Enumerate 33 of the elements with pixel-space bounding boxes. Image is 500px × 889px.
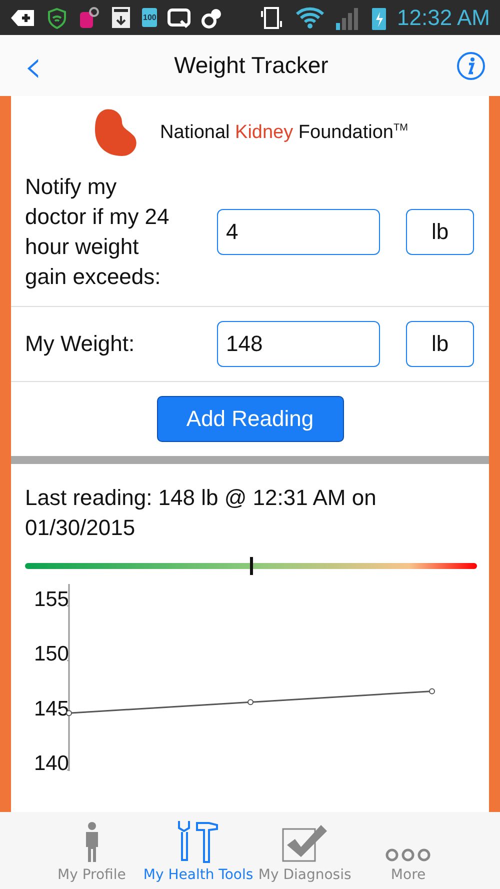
window-title: Weight Tracker [173, 52, 330, 79]
info-icon[interactable] [456, 50, 486, 80]
unit-button[interactable]: lb [406, 209, 474, 255]
tag-icon [78, 6, 100, 30]
notification-icon [10, 8, 36, 28]
field-label: My Weight: [25, 330, 136, 358]
tick-label: 150 [34, 642, 69, 666]
wifi-icon [295, 6, 326, 30]
tab[interactable]: My Health Tools [143, 812, 254, 889]
last-reading-text: Last reading: 148 lb @ 12:31 AM on 01/30/2015 [24, 484, 378, 542]
logo-text: National Kidney Foundation$^{TM}$ [160, 122, 408, 144]
data-point [429, 688, 435, 694]
dots-icon [385, 847, 432, 863]
download-icon [110, 6, 132, 30]
tab[interactable]: My Diagnosis [253, 812, 357, 889]
tab[interactable]: More [356, 812, 460, 889]
input-field[interactable]: 148 [217, 321, 380, 367]
battery-widget-icon: 100 [142, 8, 158, 27]
screen-icon [167, 6, 192, 28]
tick-label: 145 [34, 697, 69, 720]
clock-time: 12:32 AM [397, 4, 490, 30]
tick-label: 155 [34, 588, 69, 611]
field-label: Notify my doctor if my 24 hour weight gain exceeds: [25, 173, 170, 291]
input-field[interactable]: 4 [217, 209, 380, 255]
shield-icon [46, 6, 68, 28]
unit-button[interactable]: lb [406, 321, 474, 367]
link-icon [201, 6, 224, 28]
data-point [66, 710, 72, 716]
tab[interactable]: My Profile [40, 812, 144, 889]
data-point [248, 699, 254, 706]
add-reading-button[interactable]: Add Reading [156, 396, 344, 442]
back-button[interactable]: ‹ [20, 46, 46, 86]
tick-label: 140 [34, 752, 69, 771]
